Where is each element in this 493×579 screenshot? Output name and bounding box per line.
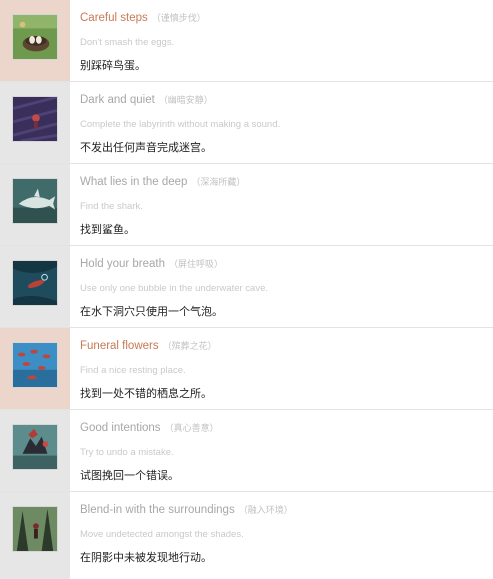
- achievement-description: Find a nice resting place.: [80, 365, 186, 376]
- thumbnail-column: [0, 246, 70, 327]
- bird-nest-icon: [12, 14, 58, 60]
- achievement-row-good-intentions[interactable]: Good intentions （真心善意） Try to undo a mist…: [0, 410, 493, 492]
- achievement-title: Funeral flowers （殡葬之花）: [80, 339, 217, 352]
- labyrinth-icon: [12, 96, 58, 142]
- achievement-row-dark-and-quiet[interactable]: Dark and quiet （幽暗安静） Complete the labyri…: [0, 82, 493, 164]
- achievement-description: Find the shark.: [80, 201, 143, 212]
- achievement-title-cn: （谨慎步伐）: [151, 13, 206, 23]
- achievement-title: Good intentions （真心善意）: [80, 421, 219, 434]
- achievement-description: Use only one bubble in the underwater ca…: [80, 283, 269, 294]
- achievement-list: Careful steps （谨慎步伐） Don't smash the eggs…: [0, 0, 493, 579]
- achievement-title-en: Blend-in with the surroundings: [80, 504, 235, 516]
- achievement-title-en: Funeral flowers: [80, 340, 159, 352]
- thumbnail-column: [0, 328, 70, 409]
- underwater-cave-icon: [12, 260, 58, 306]
- achievement-title: What lies in the deep （深海所藏）: [80, 175, 245, 188]
- achievement-title: Blend-in with the surroundings （融入环境）: [80, 503, 293, 516]
- achievement-row-hold-your-breath[interactable]: Hold your breath （屏住呼吸） Use only one bubb…: [0, 246, 493, 328]
- achievement-title: Hold your breath （屏住呼吸）: [80, 257, 223, 270]
- thumbnail-column: [0, 0, 70, 81]
- achievement-description: Move undetected amongst the shades.: [80, 529, 244, 540]
- achievement-title: Dark and quiet （幽暗安静）: [80, 93, 213, 106]
- achievement-row-funeral-flowers[interactable]: Funeral flowers （殡葬之花） Find a nice restin…: [0, 328, 493, 410]
- achievement-row-careful-steps[interactable]: Careful steps （谨慎步伐） Don't smash the eggs…: [0, 0, 493, 82]
- achievement-description-cn: 不发出任何声音完成迷宫。: [80, 142, 212, 154]
- achievement-description: Don't smash the eggs.: [80, 37, 175, 48]
- shark-icon: [12, 178, 58, 224]
- achievement-title-cn: （深海所藏）: [191, 177, 246, 187]
- achievement-title-en: Dark and quiet: [80, 94, 155, 106]
- achievement-title-en: What lies in the deep: [80, 176, 188, 188]
- achievement-description-cn: 找到一处不错的栖息之所。: [80, 388, 212, 400]
- shades-icon: [12, 506, 58, 552]
- achievement-row-blend-in[interactable]: Blend-in with the surroundings （融入环境） Mov…: [0, 492, 493, 579]
- achievement-title-cn: （融入环境）: [238, 505, 293, 515]
- thumbnail-column: [0, 410, 70, 491]
- achievement-description-cn: 试图挽回一个错误。: [80, 470, 179, 482]
- achievement-description-cn: 别踩碎鸟蛋。: [80, 60, 146, 72]
- flowers-icon: [12, 342, 58, 388]
- achievement-description-cn: 在水下洞穴只使用一个气泡。: [80, 306, 223, 318]
- thumbnail-column: [0, 164, 70, 245]
- achievement-title-en: Hold your breath: [80, 258, 166, 270]
- achievement-description: Try to undo a mistake.: [80, 447, 174, 458]
- good-intentions-icon: [12, 424, 58, 470]
- achievement-description-cn: 在阴影中未被发现地行动。: [80, 552, 212, 564]
- achievement-row-what-lies-in-the-deep[interactable]: What lies in the deep （深海所藏） Find the sha…: [0, 164, 493, 246]
- achievement-title-en: Good intentions: [80, 422, 161, 434]
- achievement-title-cn: （幽暗安静）: [158, 95, 213, 105]
- achievement-title-cn: （屏住呼吸）: [169, 259, 224, 269]
- achievement-title-cn: （殡葬之花）: [162, 341, 217, 351]
- thumbnail-column: [0, 82, 70, 163]
- achievement-description-cn: 找到鲨鱼。: [80, 224, 135, 236]
- achievement-description: Complete the labyrinth without making a …: [80, 119, 281, 130]
- thumbnail-column: [0, 492, 70, 579]
- achievement-title-en: Careful steps: [80, 12, 148, 24]
- achievement-title-cn: （真心善意）: [164, 423, 219, 433]
- achievement-title: Careful steps （谨慎步伐）: [80, 11, 206, 24]
